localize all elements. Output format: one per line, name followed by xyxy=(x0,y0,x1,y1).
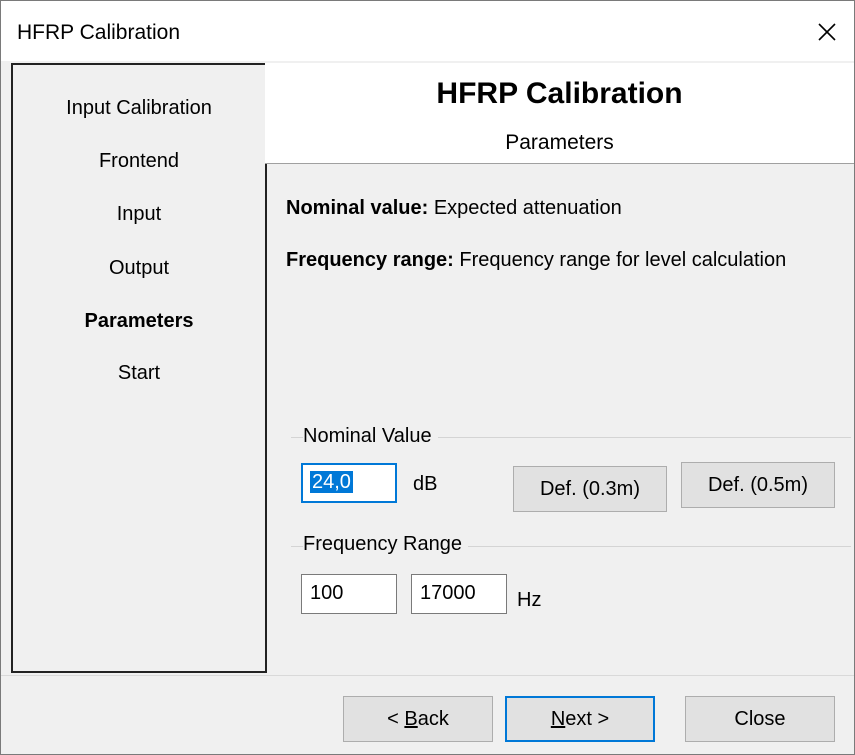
frequency-high-input[interactable]: 17000 xyxy=(411,574,507,614)
next-label-mnemonic: N xyxy=(550,708,566,730)
nominal-value-text: 24,0 xyxy=(310,471,353,493)
next-button[interactable]: Next > xyxy=(505,696,655,742)
step-start[interactable]: Start xyxy=(13,362,265,385)
close-button[interactable]: Close xyxy=(685,696,835,742)
frequency-description: Frequency range: Frequency range for lev… xyxy=(286,249,806,272)
step-output[interactable]: Output xyxy=(13,257,265,280)
page-header: HFRP Calibration Parameters xyxy=(265,63,854,164)
frequency-group-label: Frequency Range xyxy=(303,533,468,556)
frequency-term: Frequency range: xyxy=(286,249,454,271)
step-frontend[interactable]: Frontend xyxy=(13,150,265,173)
back-label-suffix: ack xyxy=(417,708,449,730)
step-input[interactable]: Input xyxy=(13,203,265,226)
page-title: HFRP Calibration xyxy=(436,77,683,110)
default-0-3m-button[interactable]: Def. (0.3m) xyxy=(513,466,667,512)
footer-divider xyxy=(1,675,854,676)
back-label-prefix: < xyxy=(387,708,405,730)
frequency-text: Frequency range for level calculation xyxy=(453,249,787,271)
frequency-unit: Hz xyxy=(517,589,542,611)
frequency-low-input[interactable]: 100 xyxy=(301,574,397,614)
back-label-mnemonic: B xyxy=(404,708,418,730)
frequency-low-text: 100 xyxy=(310,582,344,604)
frequency-high-text: 17000 xyxy=(420,582,476,604)
next-label-suffix: ext > xyxy=(565,708,610,730)
calibration-dialog: HFRP Calibration Input Calibration Front… xyxy=(0,0,855,755)
nominal-unit: dB xyxy=(413,473,438,495)
close-icon[interactable] xyxy=(814,19,840,45)
title-bar: HFRP Calibration xyxy=(1,1,854,61)
step-parameters[interactable]: Parameters xyxy=(13,310,265,333)
step-input-calibration[interactable]: Input Calibration xyxy=(13,97,265,120)
back-button[interactable]: < Back xyxy=(343,696,493,742)
wizard-step-list: Input Calibration Frontend Input Output … xyxy=(11,63,267,673)
nominal-description: Nominal value: Expected attenuation xyxy=(286,197,806,220)
nominal-term: Nominal value: xyxy=(286,197,429,219)
window-title: HFRP Calibration xyxy=(17,21,181,44)
page-subtitle: Parameters xyxy=(505,131,614,154)
nominal-group-label: Nominal Value xyxy=(303,425,438,448)
default-0-5m-button[interactable]: Def. (0.5m) xyxy=(681,462,835,508)
nominal-value-input[interactable]: 24,0 xyxy=(301,463,397,503)
nominal-text: Expected attenuation xyxy=(428,197,622,219)
